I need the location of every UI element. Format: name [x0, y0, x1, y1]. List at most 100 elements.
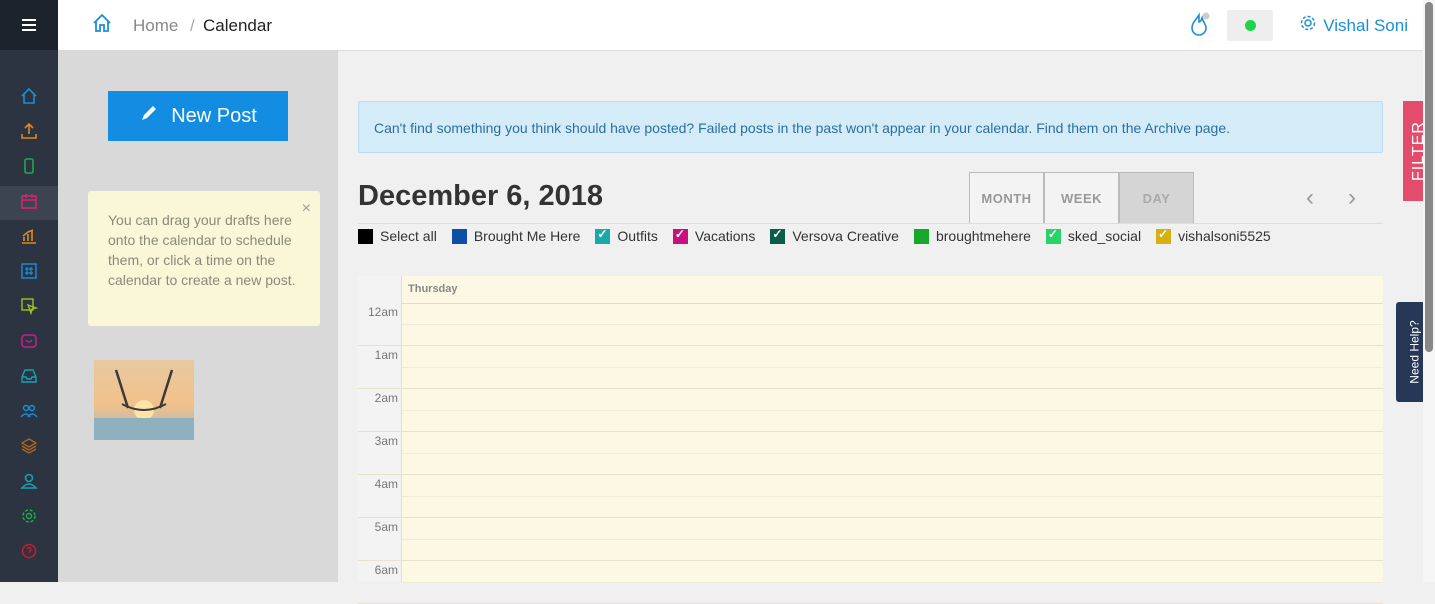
checkbox-checked-icon[interactable] [1045, 227, 1061, 244]
users-icon [20, 402, 38, 425]
status-indicator[interactable] [1227, 10, 1273, 41]
time-slot[interactable]: 4am [358, 475, 1383, 518]
gear-icon [1299, 14, 1317, 37]
half-hour-line [402, 367, 1383, 368]
phone-icon [20, 157, 38, 180]
legend-label: Brought Me Here [473, 228, 581, 244]
view-week-button[interactable]: WEEK [1044, 172, 1119, 224]
legend-label: broughtmehere [935, 228, 1031, 244]
time-slot[interactable]: 1am [358, 346, 1383, 389]
calendar-main: Can't find something you think should ha… [338, 50, 1423, 604]
sidebar-item-layers[interactable] [0, 431, 58, 465]
next-arrow-icon[interactable]: › [1348, 184, 1356, 212]
scrollbar-thumb[interactable] [1425, 2, 1433, 352]
time-slot[interactable]: 12am [358, 303, 1383, 346]
help-icon [20, 542, 38, 565]
draft-thumbnail[interactable] [94, 360, 194, 440]
half-hour-line [402, 496, 1383, 497]
half-hour-line [402, 582, 1383, 583]
sidebar-item-phone[interactable] [0, 151, 58, 185]
prev-arrow-icon[interactable]: ‹ [1306, 184, 1314, 212]
legend-item[interactable]: Outfits [595, 227, 658, 244]
sidebar-item-hashtag[interactable] [0, 256, 58, 290]
drafts-panel: New Post You can drag your drafts here o… [58, 50, 338, 582]
breadcrumb-current: Calendar [203, 16, 272, 35]
time-label: 4am [374, 477, 398, 491]
legend-label: Versova Creative [792, 228, 899, 244]
sidebar-item-settings[interactable] [0, 501, 58, 535]
legend-item[interactable]: Select all [358, 228, 437, 244]
checkbox-checked-icon[interactable] [595, 227, 611, 244]
checkbox-checked-icon[interactable] [770, 227, 786, 244]
calendar-date: December 6, 2018 [358, 180, 604, 212]
sidebar-item-inbox-heart[interactable] [0, 326, 58, 360]
inbox-heart-icon [20, 332, 38, 355]
legend-label: Select all [380, 228, 437, 244]
calendar-legend: Select all Brought Me Here Outfits Vacation… [358, 226, 1286, 246]
time-slot[interactable]: 3am [358, 432, 1383, 475]
status-dot [1244, 20, 1256, 31]
tray-icon [20, 367, 38, 390]
page-scrollbar[interactable] [1423, 0, 1435, 582]
day-grid: Thursday 12am 1am 2am 3am 4am 5am 6am [358, 276, 1383, 604]
settings-icon [20, 507, 38, 530]
menu-toggle-button[interactable] [0, 0, 58, 50]
day-header: Thursday [402, 276, 1383, 304]
color-swatch[interactable] [451, 228, 467, 244]
layers-icon [20, 437, 38, 460]
sidebar-item-calendar[interactable] [0, 186, 58, 220]
hamburger-icon [22, 24, 36, 26]
time-slot[interactable]: 6am [358, 561, 1383, 604]
time-label: 2am [374, 391, 398, 405]
analytics-icon [20, 227, 38, 250]
legend-item[interactable]: Vacations [672, 227, 755, 244]
pencil-icon [139, 103, 159, 129]
legend-item[interactable]: sked_social [1045, 227, 1142, 244]
calendar-icon [20, 192, 38, 215]
checkbox-checked-icon[interactable] [1156, 227, 1172, 244]
notifications-icon[interactable] [1187, 12, 1211, 43]
sidebar-item-users[interactable] [0, 396, 58, 430]
legend-item[interactable]: Versova Creative [770, 227, 899, 244]
archive-alert: Can't find something you think should ha… [358, 101, 1383, 153]
sidebar [0, 0, 58, 582]
breadcrumb-home[interactable]: Home [133, 16, 178, 36]
user-name: Vishal Soni [1323, 15, 1408, 35]
top-bar: Home / Calendar Vishal Soni [58, 0, 1423, 51]
legend-item[interactable]: broughtmehere [913, 228, 1031, 244]
legend-label: sked_social [1067, 228, 1142, 244]
divider [358, 223, 1383, 224]
legend-item[interactable]: vishalsoni5525 [1156, 227, 1271, 244]
user-menu[interactable]: Vishal Soni [1299, 14, 1408, 37]
cursor-icon [20, 297, 39, 320]
time-slot[interactable]: 2am [358, 389, 1383, 432]
breadcrumb-separator: / [190, 16, 195, 35]
sidebar-item-home[interactable] [0, 81, 58, 115]
color-swatch[interactable] [358, 228, 373, 244]
time-label: 1am [374, 348, 398, 362]
sidebar-item-upload[interactable] [0, 116, 58, 150]
sidebar-item-help[interactable] [0, 536, 58, 570]
sidebar-item-tray[interactable] [0, 361, 58, 395]
new-post-label: New Post [171, 104, 257, 127]
view-month-button[interactable]: MONTH [969, 172, 1044, 224]
legend-label: Outfits [617, 228, 658, 244]
sidebar-item-user[interactable] [0, 466, 58, 500]
half-hour-line [402, 324, 1383, 325]
checkbox-checked-icon[interactable] [672, 227, 688, 244]
time-slot[interactable]: 5am [358, 518, 1383, 561]
home-icon [20, 87, 38, 110]
view-day-button[interactable]: DAY [1119, 172, 1194, 224]
upload-icon [20, 122, 38, 145]
sidebar-item-analytics[interactable] [0, 221, 58, 255]
sidebar-item-cursor[interactable] [0, 291, 58, 325]
legend-label: vishalsoni5525 [1178, 228, 1271, 244]
close-icon[interactable]: × [302, 200, 311, 218]
half-hour-line [402, 453, 1383, 454]
drafts-tip: You can drag your drafts here onto the c… [88, 191, 320, 326]
user-icon [20, 472, 38, 495]
color-swatch[interactable] [913, 228, 929, 244]
home-icon[interactable] [92, 13, 112, 38]
new-post-button[interactable]: New Post [108, 91, 288, 141]
legend-item[interactable]: Brought Me Here [451, 228, 581, 244]
